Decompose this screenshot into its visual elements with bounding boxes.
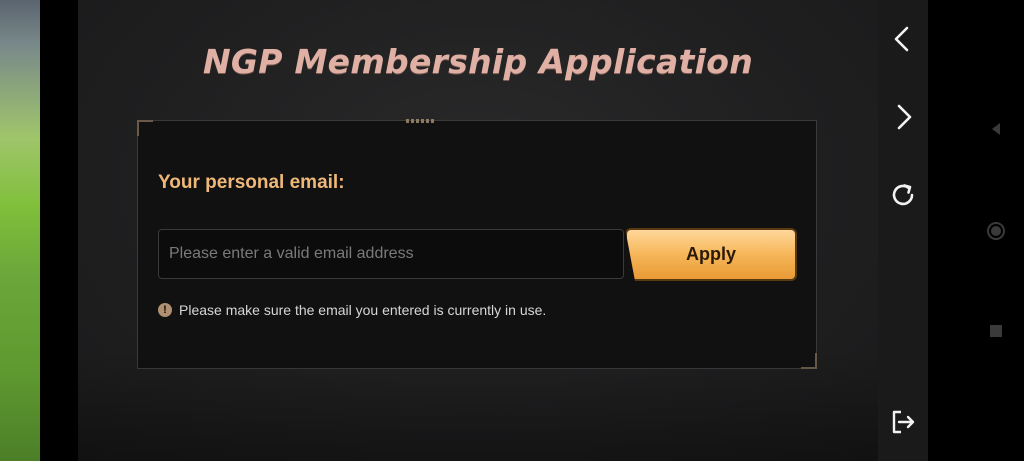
exit-icon[interactable] xyxy=(886,405,920,439)
notice-text: Please make sure the email you entered i… xyxy=(179,302,547,318)
back-chevron-icon[interactable] xyxy=(886,22,920,56)
android-back-icon[interactable] xyxy=(986,119,1006,139)
apply-button[interactable]: Apply xyxy=(625,228,797,281)
refresh-icon[interactable] xyxy=(886,178,920,212)
email-label: Your personal email: xyxy=(158,172,345,193)
android-system-bar xyxy=(928,0,1024,461)
email-form-card: Your personal email: Apply ! Please make… xyxy=(137,119,817,369)
android-recents-icon[interactable] xyxy=(986,321,1006,341)
android-home-icon[interactable] xyxy=(986,221,1006,241)
page-title: NGP Membership Application xyxy=(202,42,754,81)
card-decoration xyxy=(406,119,436,123)
browser-nav-panel xyxy=(878,0,928,461)
email-notice: ! Please make sure the email you entered… xyxy=(158,302,546,318)
info-icon: ! xyxy=(158,303,172,317)
left-gap xyxy=(40,0,78,461)
membership-panel: NGP Membership Application Your personal… xyxy=(78,0,878,461)
game-background-strip xyxy=(0,0,40,461)
forward-chevron-icon[interactable] xyxy=(886,100,920,134)
app-screen: NGP Membership Application Your personal… xyxy=(0,0,1024,461)
email-input[interactable] xyxy=(158,229,624,279)
